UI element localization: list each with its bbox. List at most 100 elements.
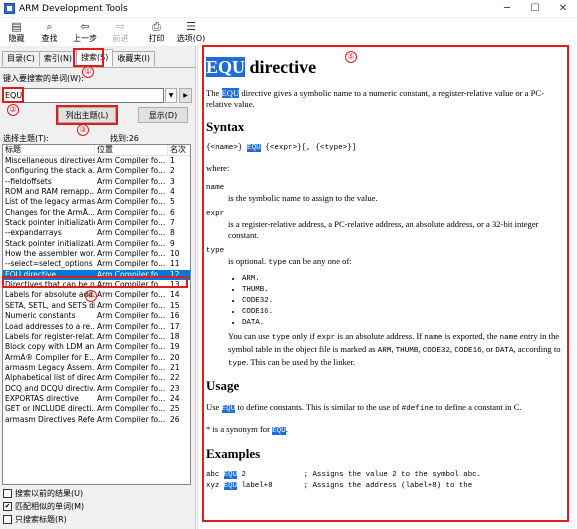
forward-label: 前进 [112, 34, 129, 43]
forward-button[interactable]: ⇨ 前进 [104, 18, 137, 46]
hide-button[interactable]: ▤ 隐藏 [0, 18, 33, 46]
result-location: Arm Compiler fo... [97, 228, 166, 238]
annotation-box-list-button [56, 105, 118, 125]
result-rank: 8 [170, 228, 175, 238]
find-icon: ⌕ [46, 20, 53, 33]
result-row[interactable]: SETA, SETL, and SETS di... Arm Compiler f… [3, 301, 190, 311]
result-title: Numeric constants [5, 311, 76, 321]
result-title: Labels for absolute add... [5, 290, 95, 300]
result-row[interactable]: DCQ and DCQU directiv... Arm Compiler fo.… [3, 384, 190, 394]
keyword-dropdown-icon[interactable]: ▼ [165, 88, 177, 103]
annotation-box-search-tab [73, 48, 104, 67]
option-titles-only-label: 只搜索标题(R) [15, 514, 67, 524]
tab-contents[interactable]: 目录(C) [2, 51, 40, 66]
results-body: Miscellaneous directives Arm Compiler fo.… [3, 156, 190, 425]
result-location: Arm Compiler fo... [97, 300, 166, 310]
annotation-number-3: ③ [77, 124, 89, 136]
result-rank: 5 [170, 197, 175, 207]
options-icon: ☰ [186, 20, 196, 33]
result-title: Stack pointer initialization [5, 218, 95, 228]
result-row[interactable]: --select=select_options Arm Compiler fo..… [3, 259, 190, 269]
annotation-box-keyword [2, 87, 24, 103]
option-match-similar[interactable]: ✔ 匹配相似的单词(M) [3, 500, 84, 512]
result-rank: 7 [170, 218, 175, 228]
result-row[interactable]: Stack pointer initialization Arm Compiler… [3, 218, 190, 228]
result-row[interactable]: How the assembler wor... Arm Compiler fo.… [3, 249, 190, 259]
result-location: Arm Compiler fo... [97, 352, 166, 362]
result-row[interactable]: armasm Directives Refe... Arm Compiler fo… [3, 415, 190, 425]
result-row[interactable]: ArmÂ® Compiler for E... Arm Compiler fo..… [3, 353, 190, 363]
result-rank: 1 [170, 156, 175, 165]
keyword-label: 键入要搜索的单词(W): [3, 74, 84, 83]
result-title: Miscellaneous directives [5, 156, 95, 165]
topic-label: 选择主题(T): [3, 134, 49, 143]
result-row[interactable]: Configuring the stack a... Arm Compiler f… [3, 166, 190, 176]
result-location: Arm Compiler fo... [97, 218, 166, 228]
app-icon [4, 3, 15, 14]
result-rank: 16 [170, 311, 180, 321]
tab-index[interactable]: 索引(N) [38, 51, 78, 66]
option-search-previous-label: 搜索以前的结果(U) [15, 488, 84, 498]
result-rank: 25 [170, 404, 180, 414]
result-row[interactable]: Miscellaneous directives Arm Compiler fo.… [3, 156, 190, 166]
maximize-button[interactable]: ☐ [521, 0, 549, 18]
result-title: ArmÂ® Compiler for E... [5, 352, 95, 362]
result-row[interactable]: armasm Legacy Assem... Arm Compiler fo...… [3, 363, 190, 373]
result-location: Arm Compiler fo... [97, 331, 166, 341]
result-row[interactable]: ROM and RAM remapp... Arm Compiler fo... 4 [3, 187, 190, 197]
found-count: 找到:26 [110, 134, 139, 143]
result-row[interactable]: Labels for register-relat... Arm Compiler… [3, 332, 190, 342]
keyword-input[interactable] [2, 88, 164, 103]
result-title: How the assembler wor... [5, 249, 95, 259]
header-location[interactable]: 位置 [95, 145, 168, 155]
result-location: Arm Compiler fo... [97, 176, 166, 186]
minimize-button[interactable]: ─ [493, 0, 521, 18]
result-row[interactable]: Block copy with LDM an... Arm Compiler fo… [3, 342, 190, 352]
find-button[interactable]: ⌕ 查找 [33, 18, 66, 46]
checkbox-match-similar[interactable]: ✔ [3, 501, 12, 511]
result-row[interactable]: Alphabetical list of direc... Arm Compile… [3, 373, 190, 383]
result-row[interactable]: --fieldoffsets Arm Compiler fo... 3 [3, 177, 190, 187]
result-location: Arm Compiler fo... [97, 238, 166, 248]
option-match-similar-label: 匹配相似的单词(M) [15, 501, 85, 511]
result-row[interactable]: List of the legacy armas... Arm Compiler … [3, 197, 190, 207]
result-row[interactable]: --expandarrays Arm Compiler fo... 8 [3, 228, 190, 238]
option-titles-only[interactable]: 只搜索标题(R) [3, 513, 84, 525]
result-location: Arm Compiler fo... [97, 187, 166, 197]
print-button[interactable]: ⎙ 打印 [140, 18, 173, 46]
result-row[interactable]: EXPORTAS directive Arm Compiler fo... 24 [3, 394, 190, 404]
keyword-row: ▼ ▶ [2, 88, 192, 103]
result-row[interactable]: Changes for the ArmÅ... Arm Compiler fo..… [3, 208, 190, 218]
result-row[interactable]: Numeric constants Arm Compiler fo... 16 [3, 311, 190, 321]
result-location: Arm Compiler fo... [97, 259, 166, 269]
result-title: --fieldoffsets [5, 176, 52, 186]
checkbox-titles-only[interactable] [3, 514, 12, 524]
result-location: Arm Compiler fo... [97, 166, 166, 176]
option-search-previous[interactable]: 搜索以前的结果(U) [3, 487, 84, 499]
result-title: GET or INCLUDE directi... [5, 404, 95, 414]
close-button[interactable]: ✕ [549, 0, 577, 18]
window-title: ARM Development Tools [19, 3, 128, 14]
result-rank: 17 [170, 321, 180, 331]
result-title: Stack pointer initializati... [5, 238, 95, 248]
annotation-number-2: ② [7, 104, 19, 116]
result-rank: 22 [170, 373, 180, 383]
header-title[interactable]: 标题 [3, 145, 95, 155]
tab-favorites[interactable]: 收藏夹(I) [112, 51, 155, 66]
result-row[interactable]: GET or INCLUDE directi... Arm Compiler fo… [3, 404, 190, 414]
result-location: Arm Compiler fo... [97, 207, 166, 217]
result-row[interactable]: Stack pointer initializati... Arm Compile… [3, 239, 190, 249]
result-title: SETA, SETL, and SETS di... [5, 300, 95, 310]
result-location: Arm Compiler fo... [97, 321, 166, 331]
keyword-menu-arrow-icon[interactable]: ▶ [179, 88, 192, 103]
results-table[interactable]: 标题 位置 名次 Miscellaneous directives Arm Com… [2, 144, 191, 485]
result-title: EXPORTAS directive [5, 393, 79, 403]
result-location: Arm Compiler fo... [97, 290, 166, 300]
print-icon: ⎙ [152, 20, 161, 33]
checkbox-search-previous[interactable] [3, 488, 12, 498]
display-button[interactable]: 显示(D) [138, 107, 188, 123]
header-rank[interactable]: 名次 [168, 145, 190, 155]
options-button[interactable]: ☰ 选项(O) [173, 18, 209, 46]
result-row[interactable]: Load addresses to a re... Arm Compiler fo… [3, 322, 190, 332]
back-button[interactable]: ⇦ 上一步 [66, 18, 104, 46]
